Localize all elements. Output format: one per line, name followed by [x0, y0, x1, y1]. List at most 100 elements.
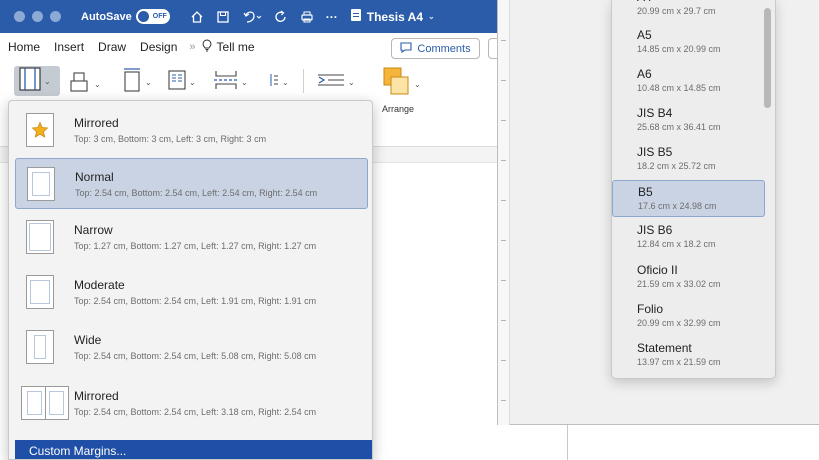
breaks-icon: [213, 69, 239, 96]
size-option-b5[interactable]: B5 17.6 cm x 24.98 cm: [612, 180, 765, 217]
zoom-window-button[interactable]: [50, 11, 61, 22]
chevron-right-icon[interactable]: »: [189, 41, 195, 53]
undo-icon[interactable]: [242, 10, 262, 24]
size-option-a5[interactable]: A5 14.85 cm x 20.99 cm: [612, 24, 765, 61]
size-option-name: A4: [637, 0, 652, 4]
size-option-name: JIS B6: [637, 223, 673, 237]
size-option-name: B5: [638, 185, 653, 199]
size-option-name: JIS B4: [637, 106, 673, 120]
margin-option-desc: Top: 1.27 cm, Bottom: 1.27 cm, Left: 1.2…: [74, 241, 317, 251]
chevron-down-icon: ⌄: [189, 78, 196, 87]
size-icon: [121, 67, 143, 98]
moderate-margins-icon: [26, 275, 54, 309]
size-option-dims: 14.85 cm x 20.99 cm: [637, 44, 721, 54]
size-option-dims: 10.48 cm x 14.85 cm: [637, 83, 721, 93]
margin-option-wide[interactable]: Wide Top: 2.54 cm, Bottom: 2.54 cm, Left…: [15, 322, 368, 373]
quick-access-toolbar: ···: [190, 10, 338, 24]
line-numbers-icon: [268, 72, 280, 93]
chevron-down-icon: ⌄: [414, 80, 421, 89]
tab-design[interactable]: Design: [140, 40, 177, 54]
size-option-statement[interactable]: Statement 13.97 cm x 21.59 cm: [612, 337, 765, 374]
margin-option-mirrored[interactable]: Mirrored Top: 2.54 cm, Bottom: 2.54 cm, …: [15, 378, 368, 429]
chevron-down-icon: ⌄: [428, 12, 435, 21]
margin-option-name: Mirrored: [74, 116, 119, 130]
size-option-folio[interactable]: Folio 20.99 cm x 32.99 cm: [612, 298, 765, 335]
margin-option-name: Normal: [75, 170, 114, 184]
margins-button[interactable]: ⌄: [14, 66, 60, 96]
custom-margins-item[interactable]: Custom Margins...: [15, 440, 372, 459]
chevron-down-icon: ⌄: [145, 78, 152, 87]
chevron-down-icon: ⌄: [94, 80, 101, 89]
document-title-text: Thesis A4: [366, 9, 423, 24]
star-icon: [26, 113, 54, 147]
size-option-jis-b5[interactable]: JIS B5 18.2 cm x 25.72 cm: [612, 141, 765, 178]
dropdown-scrollbar[interactable]: [764, 8, 771, 108]
margins-dropdown: Mirrored Top: 3 cm, Bottom: 3 cm, Left: …: [8, 100, 373, 460]
margin-option-name: Moderate: [74, 278, 125, 292]
orientation-icon: [68, 70, 92, 99]
arrange-button[interactable]: ⌄: [382, 66, 421, 103]
chevron-down-icon: ⌄: [241, 78, 248, 87]
columns-icon: [167, 69, 187, 96]
indent-icon: [316, 72, 346, 93]
margin-option-mirrored-custom[interactable]: Mirrored Top: 3 cm, Bottom: 3 cm, Left: …: [15, 105, 368, 156]
margin-option-moderate[interactable]: Moderate Top: 2.54 cm, Bottom: 2.54 cm, …: [15, 267, 368, 318]
margin-option-normal[interactable]: Normal Top: 2.54 cm, Bottom: 2.54 cm, Le…: [15, 158, 368, 209]
autosave-toggle[interactable]: OFF: [135, 9, 170, 24]
size-option-a4[interactable]: A4 20.99 cm x 29.7 cm: [612, 0, 765, 23]
size-option-name: Oficio II: [637, 263, 678, 277]
toggle-knob: [137, 11, 149, 22]
breaks-button[interactable]: ⌄: [213, 69, 248, 96]
title-bar: AutoSave OFF ··· Thesis A4 ⌄: [0, 0, 567, 33]
size-option-oficio-ii[interactable]: Oficio II 21.59 cm x 33.02 cm: [612, 259, 765, 296]
autosave-control[interactable]: AutoSave OFF: [81, 9, 170, 24]
margin-option-desc: Top: 2.54 cm, Bottom: 2.54 cm, Left: 1.9…: [74, 296, 317, 306]
size-button[interactable]: ⌄: [121, 67, 152, 98]
margin-option-desc: Top: 2.54 cm, Bottom: 2.54 cm, Left: 2.5…: [75, 188, 318, 198]
size-option-dims: 25.68 cm x 36.41 cm: [637, 122, 721, 132]
indent-button[interactable]: ⌄: [316, 72, 355, 93]
second-word-window: A4 20.99 cm x 29.7 cm A5 14.85 cm x 20.9…: [497, 0, 819, 425]
tell-me-label: Tell me: [216, 40, 255, 54]
arrange-icon: [382, 66, 412, 103]
minimize-window-button[interactable]: [32, 11, 43, 22]
document-title[interactable]: Thesis A4 ⌄: [350, 8, 435, 25]
window-controls: [14, 11, 61, 22]
home-icon[interactable]: [190, 10, 204, 24]
size-option-dims: 17.6 cm x 24.98 cm: [638, 201, 717, 211]
size-option-a6[interactable]: A6 10.48 cm x 14.85 cm: [612, 63, 765, 100]
tell-me-search[interactable]: Tell me: [202, 39, 255, 55]
size-option-name: A6: [637, 67, 652, 81]
autosave-label: AutoSave: [81, 10, 132, 23]
narrow-margins-icon: [26, 220, 54, 254]
columns-button[interactable]: ⌄: [167, 69, 196, 96]
autosave-state: OFF: [152, 13, 167, 20]
size-option-dims: 20.99 cm x 29.7 cm: [637, 6, 716, 16]
ribbon-divider: [303, 69, 304, 93]
print-icon[interactable]: [300, 10, 314, 24]
tab-insert[interactable]: Insert: [54, 40, 84, 54]
comments-button[interactable]: Comments: [391, 38, 480, 59]
more-icon[interactable]: ···: [326, 10, 338, 24]
margin-option-name: Narrow: [74, 223, 113, 237]
size-option-name: A5: [637, 28, 652, 42]
close-window-button[interactable]: [14, 11, 25, 22]
tab-draw[interactable]: Draw: [98, 40, 126, 54]
size-option-jis-b6[interactable]: JIS B6 12.84 cm x 18.2 cm: [612, 219, 765, 256]
tab-home[interactable]: Home: [8, 40, 40, 54]
line-numbers-button[interactable]: ⌄: [268, 72, 289, 93]
size-option-dims: 21.59 cm x 33.02 cm: [637, 279, 721, 289]
size-option-jis-b4[interactable]: JIS B4 25.68 cm x 36.41 cm: [612, 102, 765, 139]
size-option-name: Folio: [637, 302, 664, 316]
margin-option-desc: Top: 2.54 cm, Bottom: 2.54 cm, Left: 5.0…: [74, 351, 317, 361]
size-option-name: Statement: [637, 341, 692, 355]
margin-option-desc: Top: 3 cm, Bottom: 3 cm, Left: 3 cm, Rig…: [74, 134, 267, 144]
mirrored-margins-icon: [21, 386, 69, 420]
margin-option-name: Mirrored: [74, 389, 119, 403]
orientation-button[interactable]: ⌄: [68, 70, 101, 99]
margin-option-narrow[interactable]: Narrow Top: 1.27 cm, Bottom: 1.27 cm, Le…: [15, 212, 368, 263]
document-icon: [350, 8, 362, 25]
save-icon[interactable]: [216, 10, 230, 24]
comment-icon: [400, 41, 412, 56]
redo-icon[interactable]: [274, 10, 288, 24]
